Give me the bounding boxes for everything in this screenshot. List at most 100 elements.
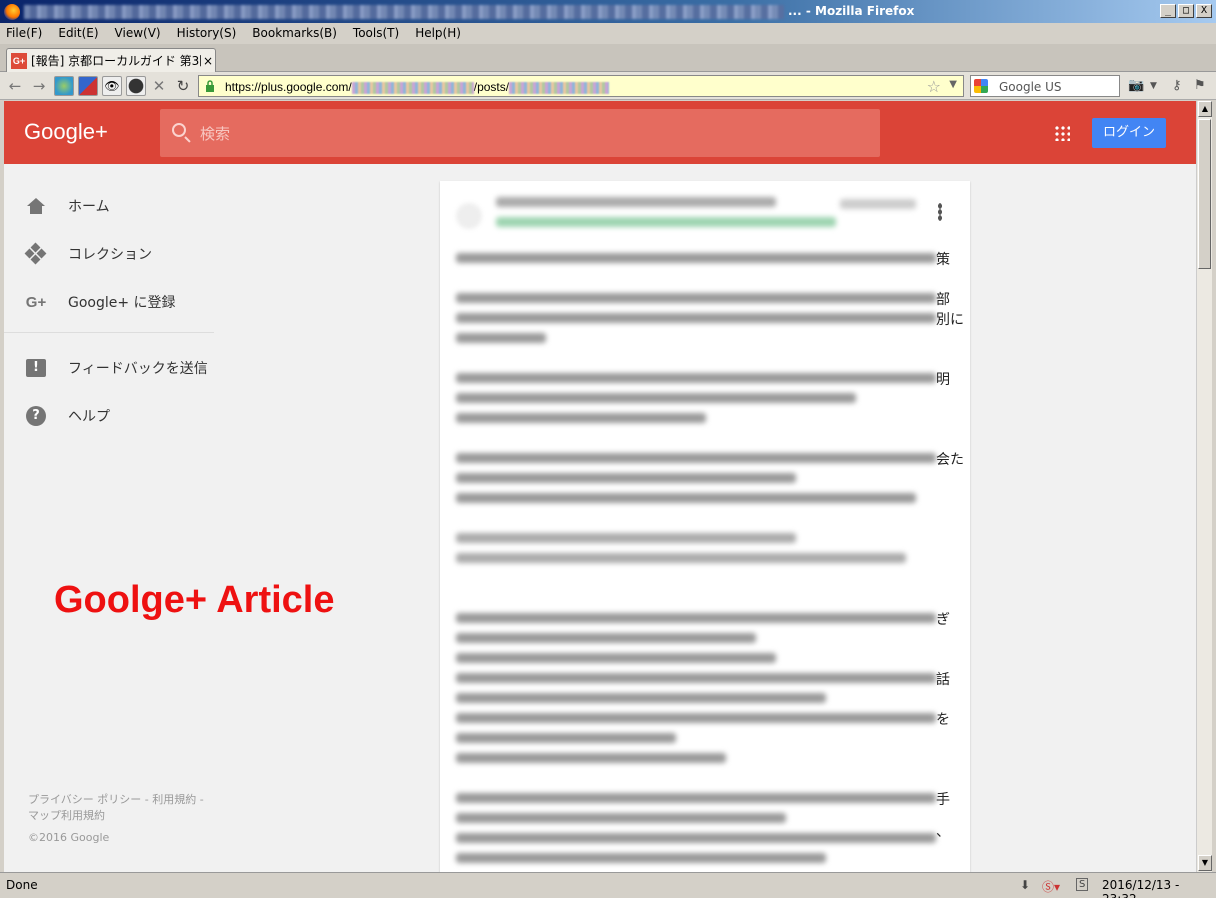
web-page: Google+ 検索 ログイン ホーム コレクション G+ Google+ に登…: [4, 101, 1196, 872]
author-name-redacted: [496, 197, 776, 207]
addon-status-icon[interactable]: Ⓢ▾: [1042, 878, 1060, 895]
status-datetime: 2016/12/13 - 23:32: [1102, 878, 1180, 898]
stop-icon[interactable]: ✕: [150, 77, 168, 95]
tab-bar: G+ [報告] 京都ローカルガイド 第3回... ×: [0, 44, 1216, 72]
forward-icon[interactable]: →: [30, 77, 48, 95]
flag-icon[interactable]: ⚑: [1194, 78, 1206, 93]
copyright: ©2016 Google: [28, 831, 110, 844]
menu-help[interactable]: Help(H): [415, 26, 461, 40]
post-text-edge: 策: [936, 252, 950, 268]
camera-dropdown-icon[interactable]: ▼: [1150, 81, 1157, 91]
sidebar-item-label: ホーム: [68, 199, 110, 215]
tab-title: [報告] 京都ローカルガイド 第3回...: [31, 54, 201, 68]
sidebar-item-collections[interactable]: コレクション: [4, 234, 214, 274]
sidebar-item-join[interactable]: G+ Google+ に登録: [4, 282, 214, 322]
post-date-redacted: [840, 199, 916, 209]
url-bar[interactable]: https://plus.google.com/ /posts/ ☆ ▼: [198, 75, 964, 97]
scroll-down-icon[interactable]: ▼: [1198, 855, 1212, 871]
more-options-icon[interactable]: [938, 203, 942, 221]
post-text-edge: 会た: [936, 452, 964, 468]
home-icon: [27, 198, 45, 214]
menu-history[interactable]: History(S): [177, 26, 237, 40]
overlay-label: Goolge+ Article: [54, 579, 335, 621]
bookmark-star-icon[interactable]: ☆: [927, 77, 941, 96]
window-title-bar: ... - Mozilla Firefox _ □ X: [0, 0, 1216, 24]
search-placeholder: 検索: [200, 125, 231, 143]
sidebar-item-help[interactable]: ? ヘルプ: [4, 396, 214, 436]
eye-addon-icon[interactable]: 👁: [102, 76, 122, 96]
search-icon: [172, 123, 186, 137]
sidebar-item-home[interactable]: ホーム: [4, 186, 214, 226]
google-plus-header: Google+ 検索 ログイン: [4, 101, 1196, 164]
redacted-title: [24, 5, 784, 19]
scroll-up-icon[interactable]: ▲: [1198, 101, 1212, 117]
post-text-edge: 、: [936, 824, 950, 840]
help-icon: ?: [26, 406, 46, 426]
globe-addon-icon[interactable]: [54, 76, 74, 96]
google-plus-favicon-icon: G+: [11, 52, 27, 69]
tab-active[interactable]: G+ [報告] 京都ローカルガイド 第3回... ×: [6, 48, 216, 72]
url-prefix: https://plus.google.com/: [225, 80, 352, 94]
sidebar-item-label: ヘルプ: [68, 409, 110, 425]
collections-icon: [24, 242, 47, 265]
search-bar[interactable]: Google US: [970, 75, 1120, 97]
back-icon[interactable]: ←: [6, 77, 24, 95]
sidebar: ホーム コレクション G+ Google+ に登録 ! フィードバックを送信 ?…: [4, 164, 214, 872]
minimize-button[interactable]: _: [1160, 4, 1176, 18]
key-icon[interactable]: ⚷: [1172, 78, 1182, 93]
menu-file[interactable]: File(F): [6, 26, 42, 40]
sidebar-footer: プライバシー ポリシー - 利用規約 - マップ利用規約 ©2016 Googl…: [28, 792, 218, 846]
sidebar-divider: [4, 332, 214, 333]
footer-links[interactable]: プライバシー ポリシー - 利用規約 - マップ利用規約: [28, 792, 218, 824]
status-text: Done: [6, 878, 38, 892]
post-text-edge: ぎ: [936, 612, 950, 628]
sidebar-item-feedback[interactable]: ! フィードバックを送信: [4, 348, 214, 388]
window-title: ... - Mozilla Firefox: [788, 4, 915, 18]
download-icon[interactable]: ⬇: [1020, 878, 1030, 892]
url-redacted-user: [351, 81, 474, 94]
status-bar: Done ⬇ Ⓢ▾ S 2016/12/13 - 23:32: [0, 872, 1216, 898]
search-input[interactable]: 検索: [160, 109, 880, 157]
post-text-edge: 別に: [936, 312, 964, 328]
post-text-edge: を: [936, 712, 950, 728]
login-button[interactable]: ログイン: [1092, 118, 1166, 148]
menu-bookmarks[interactable]: Bookmarks(B): [252, 26, 337, 40]
sidebar-item-label: Google+ に登録: [68, 295, 176, 311]
author-avatar[interactable]: [456, 203, 482, 229]
menu-tools[interactable]: Tools(T): [353, 26, 399, 40]
scrollbar-thumb[interactable]: [1198, 119, 1211, 269]
search-engine-placeholder: Google US: [999, 80, 1062, 94]
post-text-edge: 部: [936, 292, 950, 308]
ghost-addon-icon[interactable]: [126, 76, 146, 96]
menu-view[interactable]: View(V): [115, 26, 161, 40]
google-plus-icon: G+: [25, 293, 47, 311]
post-text-edge: 話: [936, 672, 950, 688]
maximize-button[interactable]: □: [1178, 4, 1194, 18]
lock-icon: [206, 80, 214, 92]
url-redacted-post: [509, 81, 610, 94]
url-middle: /posts/: [473, 80, 510, 94]
sidebar-item-label: フィードバックを送信: [68, 361, 208, 377]
apps-grid-icon[interactable]: [1054, 125, 1070, 141]
post-text-edge: 明: [936, 372, 950, 388]
addon-icon[interactable]: [78, 76, 98, 96]
firefox-icon[interactable]: [4, 4, 20, 20]
sidebar-item-label: コレクション: [68, 247, 152, 263]
google-plus-logo[interactable]: Google+: [24, 119, 108, 145]
close-button[interactable]: X: [1196, 4, 1212, 18]
tab-close-icon[interactable]: ×: [203, 54, 213, 68]
post-card: 策 部 別に 明 会た ぎ 話 を 手 、: [440, 181, 970, 872]
google-search-engine-icon[interactable]: [974, 79, 988, 93]
s-status-icon[interactable]: S: [1076, 878, 1089, 891]
post-text-edge: 手: [936, 792, 950, 808]
vertical-scrollbar[interactable]: ▲ ▼: [1196, 101, 1212, 872]
navigation-toolbar: ← → 👁 ✕ ↻ https://plus.google.com/ /posts…: [0, 72, 1216, 100]
camera-icon[interactable]: 📷: [1128, 78, 1144, 93]
url-dropdown-icon[interactable]: ▼: [949, 79, 957, 90]
feedback-icon: !: [26, 359, 46, 377]
post-community-redacted: [496, 217, 836, 227]
menu-edit[interactable]: Edit(E): [58, 26, 98, 40]
url-text: https://plus.google.com/ /posts/: [225, 80, 610, 94]
reload-icon[interactable]: ↻: [174, 77, 192, 95]
menu-bar: File(F) Edit(E) View(V) History(S) Bookm…: [0, 23, 1216, 43]
